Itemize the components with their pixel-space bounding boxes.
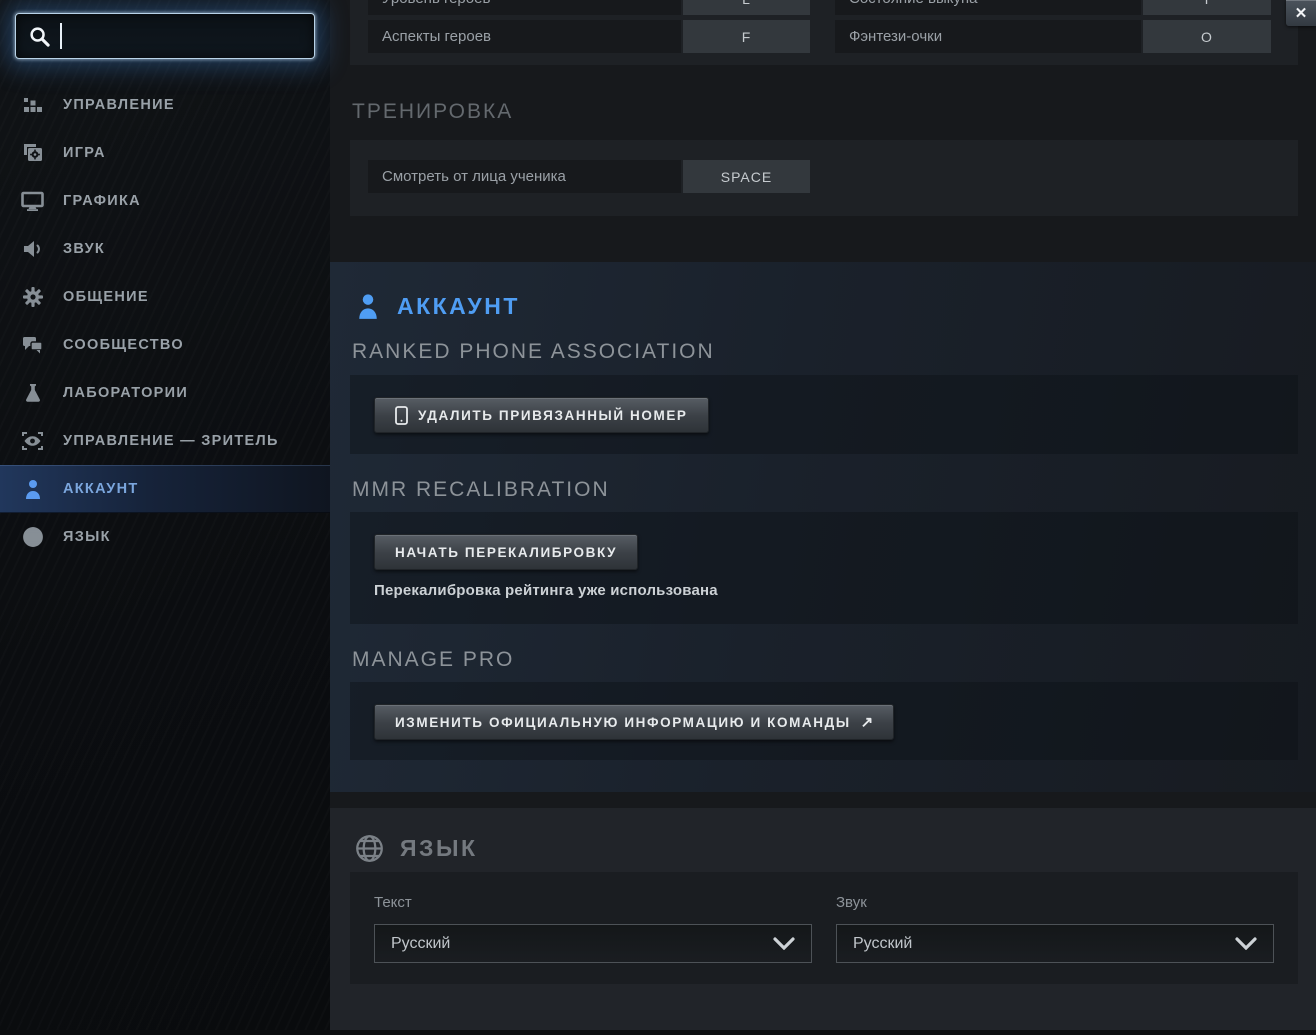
hotkey-label: Аспекты героев xyxy=(368,20,681,53)
manage-pro-button[interactable]: ИЗМЕНИТЬ ОФИЦИАЛЬНУЮ ИНФОРМАЦИЮ И КОМАНД… xyxy=(374,704,895,740)
pro-subtitle: MANAGE PRO xyxy=(352,648,515,671)
recalibration-note: Перекалибровка рейтинга уже использована xyxy=(374,582,718,599)
flask-icon xyxy=(19,382,46,404)
language-section: ЯЗЫК Текст Русский Звук Русский xyxy=(330,808,1316,1031)
sidebar-item-controls[interactable]: УПРАВЛЕНИЕ xyxy=(0,81,330,129)
sidebar-item-audio[interactable]: ЗВУК xyxy=(0,225,330,273)
sidebar-item-video[interactable]: ГРАФИКА xyxy=(0,177,330,225)
sidebar-item-label: ГРАФИКА xyxy=(63,193,141,209)
hotkey-keybind[interactable]: F xyxy=(683,20,810,53)
globe-icon xyxy=(19,526,46,548)
hotkey-row-partial: Состояние выкупа T xyxy=(835,0,1271,15)
sidebar-item-labs[interactable]: ЛАБОРАТОРИИ xyxy=(0,369,330,417)
hotkey-label: Уровень героев xyxy=(368,0,681,15)
monitor-icon xyxy=(19,190,46,212)
sidebar-item-label: ИГРА xyxy=(63,145,106,161)
person-icon xyxy=(19,478,46,500)
text-language-select[interactable]: Русский xyxy=(374,924,812,963)
sidebar-item-label: АККАУНТ xyxy=(63,481,139,497)
speaker-icon xyxy=(19,238,46,260)
sidebar-item-label: СООБЩЕСТВО xyxy=(63,337,184,353)
sidebar-item-social[interactable]: ОБЩЕНИЕ xyxy=(0,273,330,321)
chevron-down-icon xyxy=(1235,937,1257,950)
game-window-icon xyxy=(19,142,46,164)
sidebar-item-spectator[interactable]: УПРАВЛЕНИЕ — ЗРИТЕЛЬ xyxy=(0,417,330,465)
chat-bubbles-icon xyxy=(19,334,46,356)
sidebar-item-game[interactable]: ИГРА xyxy=(0,129,330,177)
person-icon xyxy=(355,292,381,320)
sidebar-nav: УПРАВЛЕНИЕ ИГРА ГРАФИКА ЗВУК ОБЩЕНИЕ СОО… xyxy=(0,81,330,561)
hotkey-keybind[interactable]: O xyxy=(1143,20,1271,53)
blocks-icon xyxy=(19,94,46,116)
hotkey-row: Фэнтези-очки O xyxy=(835,20,1271,53)
hotkey-row-partial: Уровень героев L xyxy=(368,0,810,15)
close-icon: ✕ xyxy=(1294,5,1308,22)
text-language-label: Текст xyxy=(374,894,412,911)
phone-icon xyxy=(395,405,408,425)
cog-icon xyxy=(19,286,46,308)
settings-content: Уровень героев L Состояние выкупа T Аспе… xyxy=(330,0,1316,1035)
sidebar-item-label: УПРАВЛЕНИЕ xyxy=(63,97,175,113)
hotkey-keybind[interactable]: T xyxy=(1143,0,1271,15)
audio-language-label: Звук xyxy=(836,894,867,911)
account-section-title: АККАУНТ xyxy=(397,292,520,319)
recalibrate-button[interactable]: НАЧАТЬ ПЕРЕКАЛИБРОВКУ xyxy=(374,534,639,570)
hotkey-keybind[interactable]: SPACE xyxy=(683,160,810,193)
remove-phone-button[interactable]: УДАЛИТЬ ПРИВЯЗАННЫЙ НОМЕР xyxy=(374,397,709,433)
settings-sidebar: УПРАВЛЕНИЕ ИГРА ГРАФИКА ЗВУК ОБЩЕНИЕ СОО… xyxy=(0,0,330,1035)
language-panel: Текст Русский Звук Русский xyxy=(350,872,1298,984)
chevron-down-icon xyxy=(773,937,795,950)
selected-value: Русский xyxy=(391,934,451,952)
selected-value: Русский xyxy=(853,934,913,952)
sidebar-item-community[interactable]: СООБЩЕСТВО xyxy=(0,321,330,369)
search-input[interactable] xyxy=(15,13,315,59)
hotkey-label: Фэнтези-очки xyxy=(835,20,1141,53)
sidebar-item-label: УПРАВЛЕНИЕ — ЗРИТЕЛЬ xyxy=(63,433,279,449)
globe-icon xyxy=(355,834,384,863)
screen-edge xyxy=(0,1030,1316,1035)
mmr-subtitle: MMR RECALIBRATION xyxy=(352,478,610,501)
hotkey-row: Смотреть от лица ученика SPACE xyxy=(368,160,810,193)
sidebar-item-label: ЯЗЫК xyxy=(63,529,111,545)
sidebar-item-label: ЛАБОРАТОРИИ xyxy=(63,385,189,401)
sidebar-item-language[interactable]: ЯЗЫК xyxy=(0,513,330,561)
hotkey-label: Смотреть от лица ученика xyxy=(368,160,681,193)
training-section-title: ТРЕНИРОВКА xyxy=(352,100,514,123)
sidebar-item-account[interactable]: АККАУНТ xyxy=(0,465,330,513)
account-section: АККАУНТ RANKED PHONE ASSOCIATION УДАЛИТЬ… xyxy=(330,262,1316,792)
language-section-title: ЯЗЫК xyxy=(400,835,478,861)
spectator-eye-icon xyxy=(19,430,46,452)
text-caret xyxy=(60,23,62,49)
search-area xyxy=(0,0,330,59)
hotkey-keybind[interactable]: L xyxy=(683,0,810,15)
hotkey-label: Состояние выкупа xyxy=(835,0,1141,15)
hotkey-row: Аспекты героев F xyxy=(368,20,810,53)
audio-language-select[interactable]: Русский xyxy=(836,924,1274,963)
close-button[interactable]: ✕ xyxy=(1286,0,1316,26)
phone-subtitle: RANKED PHONE ASSOCIATION xyxy=(352,340,715,363)
external-link-icon: ↗ xyxy=(860,714,874,731)
search-icon xyxy=(28,25,51,48)
sidebar-item-label: ЗВУК xyxy=(63,241,106,257)
sidebar-item-label: ОБЩЕНИЕ xyxy=(63,289,149,305)
